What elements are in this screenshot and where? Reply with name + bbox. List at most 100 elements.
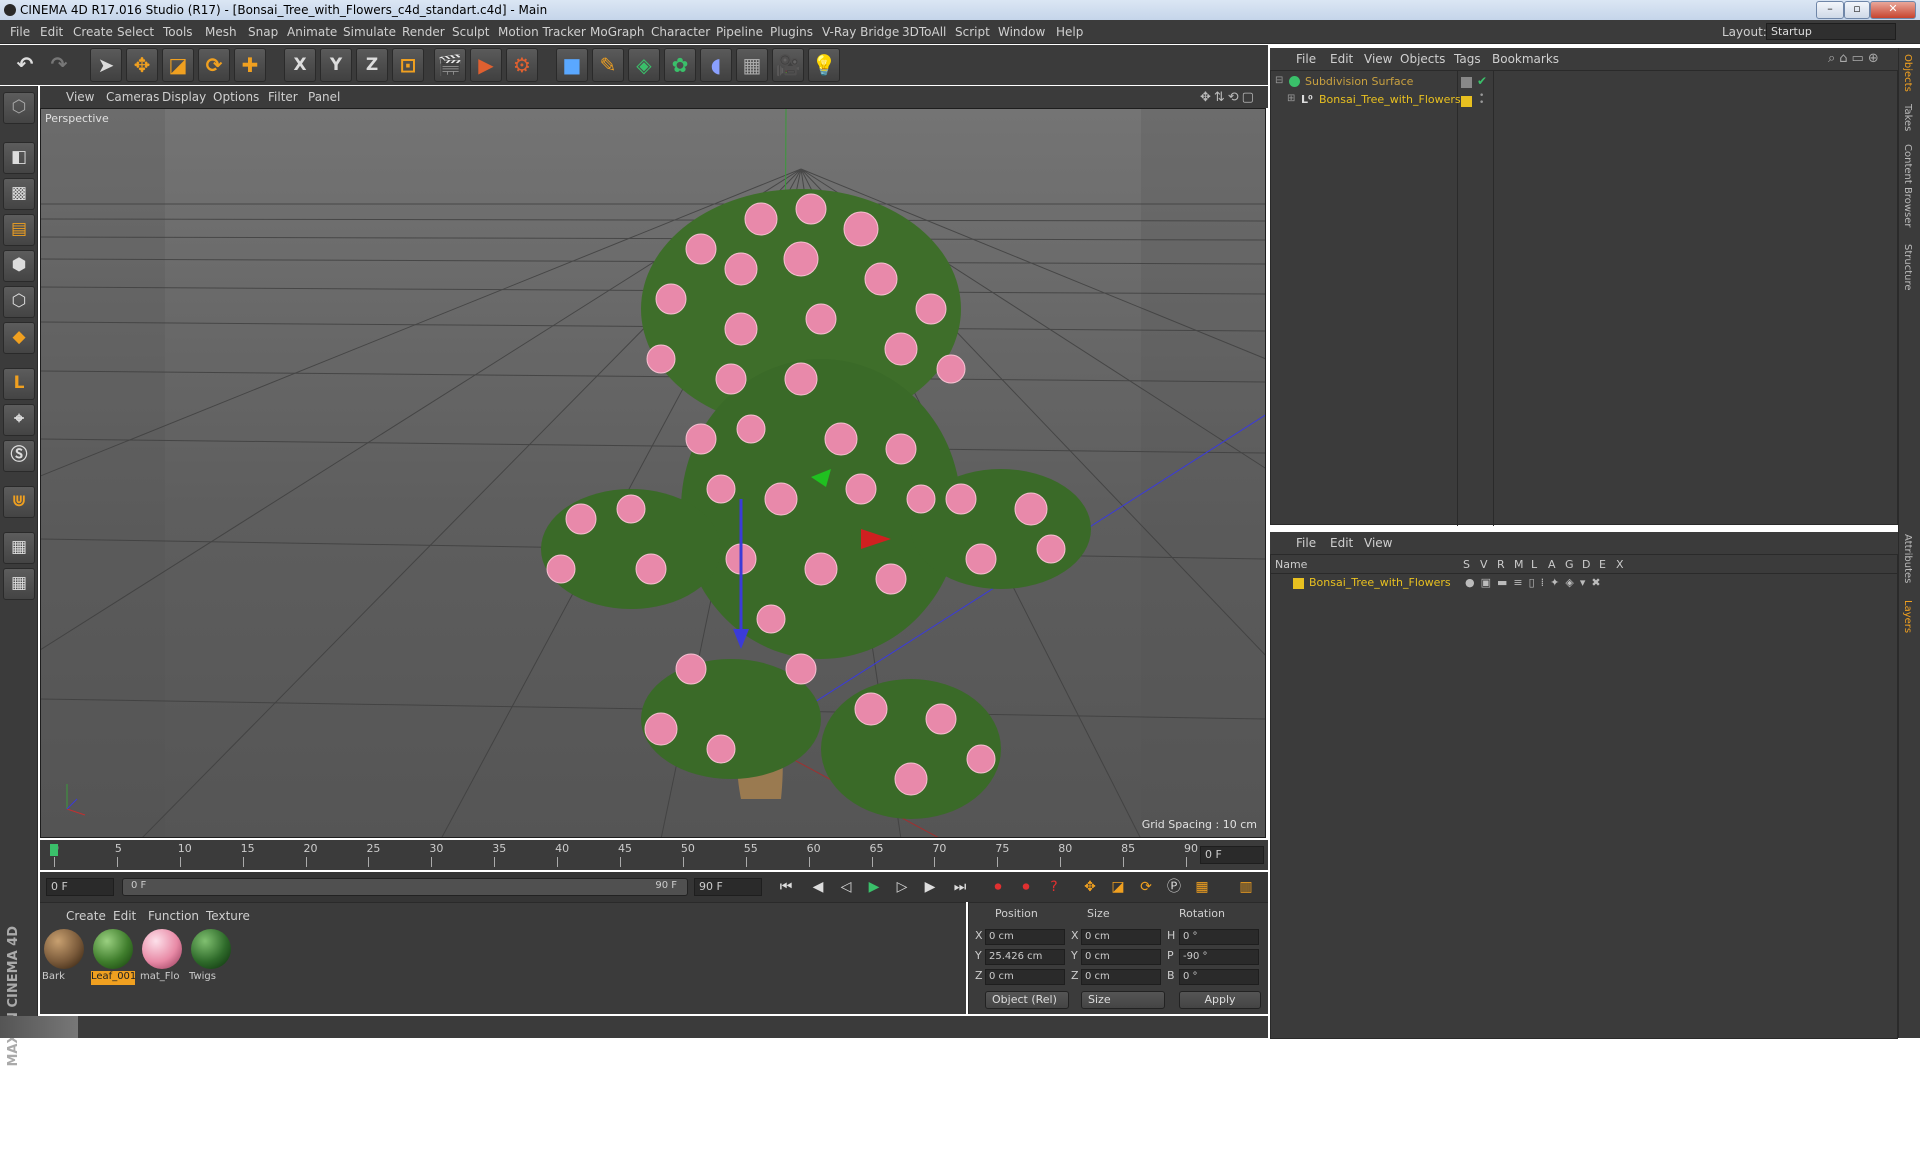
- deformer-button[interactable]: ◖: [700, 48, 732, 82]
- mat-menu-function[interactable]: Function: [148, 909, 199, 923]
- vp-menu-display[interactable]: Display: [162, 90, 206, 104]
- obj-menu-objects[interactable]: Objects: [1400, 52, 1445, 66]
- size-y-field[interactable]: 0 cm: [1081, 949, 1161, 965]
- layer-column-header[interactable]: V: [1480, 558, 1488, 571]
- current-frame-field[interactable]: 0 F: [1200, 846, 1264, 864]
- end-frame-field[interactable]: 90 F: [694, 878, 762, 896]
- menu-window[interactable]: Window: [998, 25, 1045, 39]
- layer-column-header[interactable]: A: [1548, 558, 1556, 571]
- tab-layers[interactable]: Layers: [1902, 600, 1913, 633]
- tab-objects[interactable]: Objects: [1902, 54, 1913, 92]
- mat-menu-texture[interactable]: Texture: [206, 909, 250, 923]
- record-parameter-button[interactable]: Ⓟ: [1162, 876, 1186, 898]
- layer-color-icon[interactable]: [1461, 96, 1472, 107]
- menu-select[interactable]: Select: [117, 25, 154, 39]
- minimize-button[interactable]: –: [1816, 1, 1844, 19]
- layout-select[interactable]: Startup: [1766, 23, 1896, 40]
- expand-icon[interactable]: ⊞: [1287, 93, 1295, 104]
- maximize-button[interactable]: ▫: [1844, 1, 1870, 19]
- layer-toggle-icons[interactable]: ●▣▬≡▯⁞✦◈▾✖: [1465, 576, 1607, 589]
- layer-menu-view[interactable]: View: [1364, 536, 1392, 550]
- previous-frame-button[interactable]: ◁: [834, 876, 858, 898]
- texture-mode-button[interactable]: ▩: [3, 178, 35, 210]
- menu-render[interactable]: Render: [402, 25, 445, 39]
- scale-tool-button[interactable]: ◪: [162, 48, 194, 82]
- start-frame-field[interactable]: 0 F: [46, 878, 114, 896]
- rot-h-field[interactable]: 0 °: [1179, 929, 1259, 945]
- layer-column-header[interactable]: E: [1599, 558, 1606, 571]
- vp-menu-options[interactable]: Options: [213, 90, 259, 104]
- menu-create[interactable]: Create: [73, 25, 113, 39]
- vp-menu-view[interactable]: View: [66, 90, 94, 104]
- lock-workplane-button[interactable]: ▦: [3, 532, 35, 564]
- render-view-button[interactable]: 🎬: [434, 48, 466, 82]
- obj-menu-bookmarks[interactable]: Bookmarks: [1492, 52, 1559, 66]
- object-row-subdivision[interactable]: ⊟ Subdivision Surface: [1275, 75, 1455, 91]
- render-picture-viewer-button[interactable]: ▶: [470, 48, 502, 82]
- material-twigs[interactable]: Twigs: [189, 927, 233, 985]
- menu-animate[interactable]: Animate: [287, 25, 337, 39]
- timeline-window-button[interactable]: ▥: [1234, 876, 1258, 898]
- rotate-tool-button[interactable]: ⟳: [198, 48, 230, 82]
- vp-menu-panel[interactable]: Panel: [308, 90, 340, 104]
- material-bark[interactable]: Bark: [42, 927, 86, 985]
- apply-button[interactable]: Apply: [1179, 991, 1261, 1009]
- autokey-button[interactable]: ⏺: [1014, 876, 1038, 898]
- menu-simulate[interactable]: Simulate: [343, 25, 396, 39]
- menu-vray-bridge[interactable]: V-Ray Bridge: [822, 25, 899, 39]
- subdivision-button[interactable]: ◈: [628, 48, 660, 82]
- material-leaf[interactable]: Leaf_001: [91, 927, 135, 985]
- planar-workplane-button[interactable]: ▦: [3, 568, 35, 600]
- edges-mode-button[interactable]: ⬡: [3, 286, 35, 318]
- go-to-end-button[interactable]: ⏭: [948, 876, 972, 898]
- menu-pipeline[interactable]: Pipeline: [716, 25, 763, 39]
- visibility-toggle-icon[interactable]: [1461, 77, 1472, 88]
- layer-column-header[interactable]: G: [1565, 558, 1574, 571]
- model-mode-button[interactable]: ◧: [3, 142, 35, 174]
- go-to-start-button[interactable]: ⏮: [774, 876, 798, 898]
- menu-help[interactable]: Help: [1056, 25, 1083, 39]
- rot-b-field[interactable]: 0 °: [1179, 969, 1259, 985]
- spline-pen-button[interactable]: ✎: [592, 48, 624, 82]
- mat-menu-edit[interactable]: Edit: [113, 909, 136, 923]
- object-row-bonsai[interactable]: ⊞ L⁰ Bonsai_Tree_with_Flowers: [1287, 93, 1461, 109]
- x-axis-button[interactable]: X: [284, 48, 316, 82]
- record-pla-button[interactable]: ▦: [1190, 876, 1214, 898]
- live-select-button[interactable]: ✚: [234, 48, 266, 82]
- menu-edit[interactable]: Edit: [40, 25, 63, 39]
- obj-menu-edit[interactable]: Edit: [1330, 52, 1353, 66]
- vp-menu-filter[interactable]: Filter: [268, 90, 298, 104]
- menu-character[interactable]: Character: [651, 25, 710, 39]
- layer-column-header[interactable]: X: [1616, 558, 1624, 571]
- menu-tools[interactable]: Tools: [163, 25, 193, 39]
- record-position-button[interactable]: ✥: [1078, 876, 1102, 898]
- undo-button[interactable]: ↶: [10, 48, 40, 80]
- tab-content-browser[interactable]: Content Browser: [1902, 144, 1913, 227]
- mat-menu-create[interactable]: Create: [66, 909, 106, 923]
- menu-mograph[interactable]: MoGraph: [590, 25, 645, 39]
- layer-column-header[interactable]: D: [1582, 558, 1590, 571]
- size-mode-select[interactable]: Size: [1081, 991, 1165, 1009]
- render-dots-icon[interactable]: • •: [1479, 92, 1484, 108]
- menu-plugins[interactable]: Plugins: [770, 25, 813, 39]
- make-editable-button[interactable]: ⬡: [3, 92, 35, 124]
- material-flower[interactable]: mat_Flo: [140, 927, 184, 985]
- layer-column-header[interactable]: S: [1463, 558, 1470, 571]
- points-mode-button[interactable]: ⬢: [3, 250, 35, 282]
- render-settings-button[interactable]: ⚙: [506, 48, 538, 82]
- mograph-cloner-button[interactable]: ✿: [664, 48, 696, 82]
- magnet-button[interactable]: ⋓: [3, 486, 35, 518]
- obj-menu-tags[interactable]: Tags: [1454, 52, 1481, 66]
- collapse-icon[interactable]: ⊟: [1275, 75, 1283, 86]
- snap-button[interactable]: Ⓢ: [3, 440, 35, 472]
- cube-object-button[interactable]: ■: [556, 48, 588, 82]
- obj-menu-view[interactable]: View: [1364, 52, 1392, 66]
- layer-menu-edit[interactable]: Edit: [1330, 536, 1353, 550]
- axis-mode-button[interactable]: L: [3, 368, 35, 400]
- tab-structure[interactable]: Structure: [1902, 244, 1913, 291]
- polygons-mode-button[interactable]: ◆: [3, 322, 35, 354]
- menu-script[interactable]: Script: [955, 25, 990, 39]
- record-keys-button[interactable]: ⏺: [986, 876, 1010, 898]
- select-tool-button[interactable]: ➤: [90, 48, 122, 82]
- tweak-mode-button[interactable]: ⌖: [3, 404, 35, 436]
